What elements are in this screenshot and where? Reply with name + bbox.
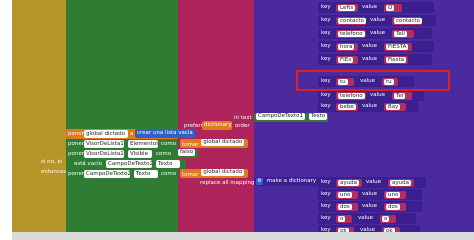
texto-selector-1[interactable]: Texto	[308, 113, 328, 120]
pair-row[interactable]: key uno value uno	[318, 189, 422, 200]
campo-texto1-block[interactable]: CampoDeTexto1 Texto	[254, 113, 328, 122]
tomar-global-dictado-1[interactable]: tomar global dictado	[180, 139, 248, 148]
pair-row[interactable]: key ayuda value ayuda	[318, 177, 426, 188]
pair-row[interactable]: key bebe value Bay	[318, 101, 418, 112]
gear-icon[interactable]: ⚙	[256, 178, 263, 185]
highlight-box	[296, 70, 450, 91]
campo-texto1-selector[interactable]: CampoDeTexto1	[256, 113, 306, 120]
crear-lista-vacia-block[interactable]: crear una lista vacía	[135, 129, 195, 138]
order-label: order	[235, 123, 250, 129]
gold-stripe	[12, 0, 36, 240]
pair-row[interactable]: key Lefts value Q	[318, 2, 434, 13]
texto-selector-3[interactable]: Texto	[134, 170, 158, 178]
entonces-label: entonces	[41, 169, 67, 175]
if-block-body	[36, 0, 66, 240]
campo-texto2-selector-2[interactable]: CampoDeTexto2	[84, 170, 130, 178]
esta-vacio-block[interactable]: está vacío CampoDeTexto2 Texto	[72, 159, 186, 169]
pair-row[interactable]: key hora value FIESTA	[318, 41, 434, 52]
texto-selector-2[interactable]: Texto	[156, 160, 180, 168]
pair-row[interactable]: key telefono value Tell	[318, 28, 432, 39]
elementos-selector[interactable]: Elementos	[128, 140, 158, 148]
pair-row[interactable]: key o value o	[318, 213, 416, 224]
si-no-si-label: si no, si	[41, 159, 62, 165]
campo-texto2-selector[interactable]: CampoDeTexto2	[106, 160, 152, 168]
visor-lista1-selector[interactable]: VisorDeLista1	[84, 140, 124, 148]
replace-all-mappings-label: replace all mappings	[200, 180, 258, 186]
dictionary-chip[interactable]: dictionary▼	[202, 121, 232, 130]
pair-row[interactable]: key FIEs value Fiesta	[318, 54, 432, 65]
pair-row[interactable]: key dos value dos	[318, 201, 422, 212]
pair-row[interactable]: key telefono value Tel	[318, 90, 424, 101]
visor-lista1-selector-2[interactable]: VisorDeLista1	[84, 150, 124, 158]
pair-row[interactable]: key contacto value contacto	[318, 15, 436, 26]
in-text-label: in text	[234, 115, 252, 121]
set-campo2-texto-block[interactable]: poner CampoDeTexto2 Texto como	[66, 169, 178, 179]
global-dictado-selector[interactable]: global dictado	[84, 130, 128, 138]
bottom-scrollbar[interactable]	[12, 232, 474, 240]
make-a-dictionary-block[interactable]: ⚙ make a dictionary	[254, 177, 328, 186]
set-visor-visible-block[interactable]: poner VisorDeLista1 Visible como	[66, 149, 178, 159]
set-visor-elementos-block[interactable]: poner VisorDeLista1 Elementos como	[66, 139, 178, 149]
visible-selector[interactable]: Visible	[128, 150, 152, 158]
tomar-global-dictado-2[interactable]: tomar global dictado	[180, 169, 248, 178]
falso-block[interactable]: falso	[176, 149, 198, 158]
green-block-stripe	[66, 0, 178, 240]
